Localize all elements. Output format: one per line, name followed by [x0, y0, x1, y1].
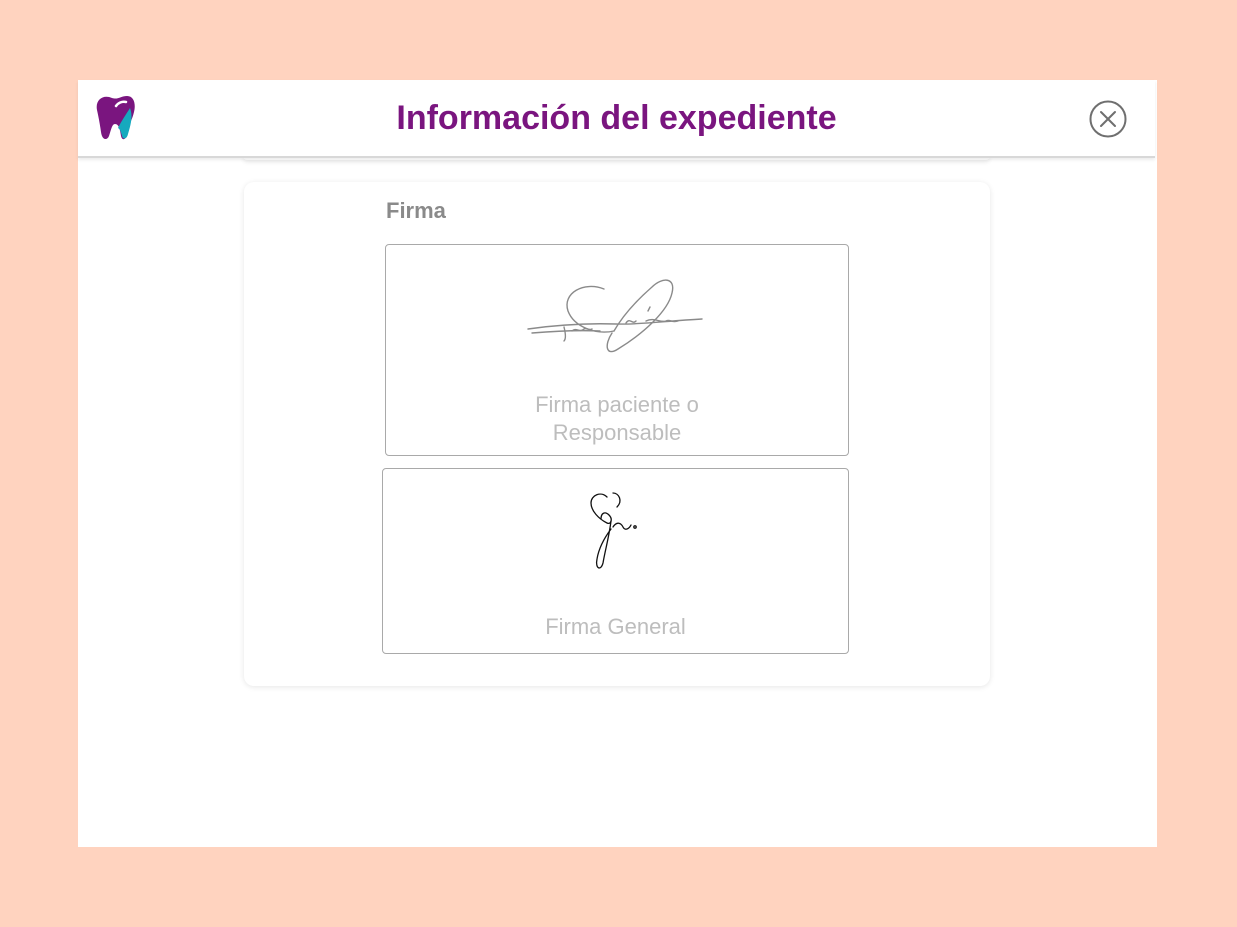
general-signature-image: [590, 492, 637, 569]
section-label-firma: Firma: [386, 198, 446, 223]
modal-header: Información del expediente: [78, 80, 1155, 158]
close-icon[interactable]: [1089, 100, 1127, 138]
signature-box-patient[interactable]: Firma paciente o Responsable: [385, 244, 849, 456]
signature-caption-general: Firma General: [545, 614, 686, 639]
expediente-modal: Información del expediente Firma Firma p…: [78, 80, 1157, 847]
firma-card: Firma Firma paciente o Responsable Firma…: [244, 182, 990, 686]
signature-box-general[interactable]: Firma General: [382, 468, 849, 654]
signature-caption-patient: Firma paciente o Responsable: [535, 392, 699, 445]
patient-signature-image: [527, 279, 703, 353]
page-title: Información del expediente: [396, 99, 837, 137]
